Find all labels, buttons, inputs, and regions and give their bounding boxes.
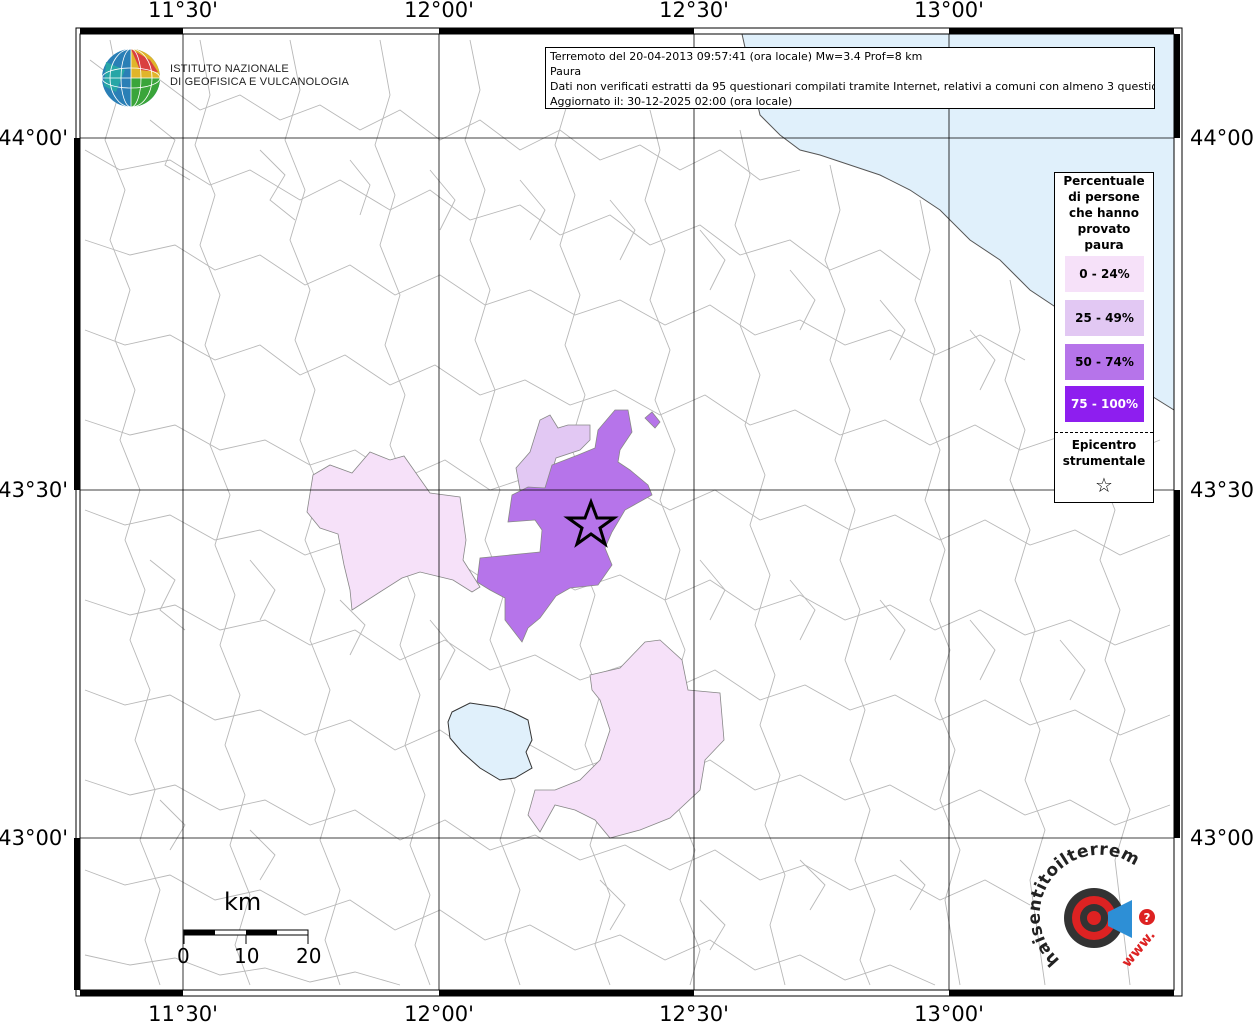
ingv-logo-text: ISTITUTO NAZIONALE DI GEOFISICA E VULCAN… [170,63,349,89]
legend: Percentuale di persone che hanno provato… [1054,172,1154,503]
ingv-logo-line-1: ISTITUTO NAZIONALE [170,63,289,75]
legend-title-line: paura [1084,238,1124,252]
legend-class-2: 25 - 49% [1065,300,1144,336]
event-info-line-1: Terremoto del 20-04-2013 09:57:41 (ora l… [550,50,923,63]
lon-top-label-3: 12°30' [659,0,729,22]
map-canvas: 11°30' 12°00' 12°30' 13°00' 11°30' 12°00… [0,0,1256,1024]
legend-title-line: provato [1077,222,1131,236]
lon-bottom-label-1: 11°30' [148,1002,218,1024]
legend-title-line: che hanno [1069,206,1139,220]
lat-right-label-1: 44°00' [1190,126,1256,150]
event-info-box: Terremoto del 20-04-2013 09:57:41 (ora l… [545,47,1155,109]
brand-question: ? [1144,911,1151,925]
legend-epicenter-line: Epicentro [1071,438,1137,452]
legend-title-line: di persone [1068,190,1140,204]
event-info-line-2: Paura [550,65,582,78]
scale-label-20: 20 [296,944,322,968]
scale-title: km [224,888,262,916]
lat-left-label-1: 44°00' [0,126,68,150]
lon-bottom-label-3: 12°30' [659,1002,729,1024]
legend-star-icon: ☆ [1095,473,1113,497]
lat-right-label-3: 43°00' [1190,826,1256,850]
lon-bottom-label-2: 12°00' [404,1002,474,1024]
lat-left-label-2: 43°30' [0,478,68,502]
lat-left-label-3: 43°00' [0,826,68,850]
legend-class-3: 50 - 74% [1065,344,1144,380]
event-info-line-3: Dati non verificati estratti da 95 quest… [550,80,1155,93]
ingv-logo-line-2: DI GEOFISICA E VULCANOLOGIA [170,76,349,88]
lon-top-label-2: 12°00' [404,0,474,22]
legend-class-4: 75 - 100% [1065,386,1144,422]
lon-bottom-label-4: 13°00' [914,1002,984,1024]
legend-epicenter-line: strumentale [1062,454,1146,468]
lat-right-label-2: 43°30' [1190,478,1256,502]
scale-label-10: 10 [234,944,260,968]
legend-title-line: Percentuale [1063,174,1145,188]
legend-divider [1055,432,1153,433]
legend-epicenter-label: Epicentro strumentale [1055,437,1153,469]
lon-top-label-4: 13°00' [914,0,984,22]
lon-top-label-1: 11°30' [148,0,218,22]
event-info-line-4: Aggiornato il: 30-12-2025 02:00 (ora loc… [550,95,793,108]
ingv-logo-icon [101,48,161,108]
legend-title: Percentuale di persone che hanno provato… [1055,173,1153,253]
legend-class-1: 0 - 24% [1065,256,1144,292]
scale-label-0: 0 [177,944,190,968]
